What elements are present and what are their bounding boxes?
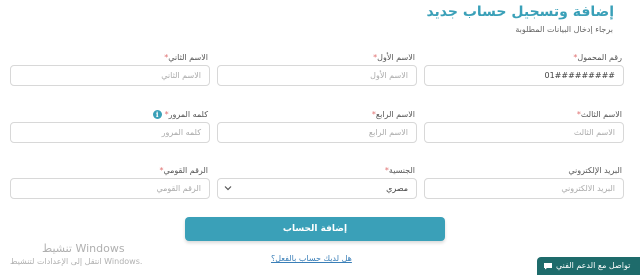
windows-activation-subtitle: انتقل إلى الإعدادات لتنشيط Windows. <box>10 257 143 266</box>
mobile-label: رقم المحمول <box>577 53 622 62</box>
first-name-label: الاسم الأول <box>377 53 415 62</box>
info-icon[interactable]: i <box>152 110 162 119</box>
second-name-label: الاسم الثاني <box>168 53 208 62</box>
third-name-label: الاسم الثالث <box>580 110 622 119</box>
first-name-input[interactable]: الاسم الأول <box>217 65 417 86</box>
password-input[interactable]: كلمه المرور <box>10 122 210 143</box>
support-chat-button[interactable]: تواصل مع الدعم الفني <box>537 257 640 275</box>
support-label: تواصل مع الدعم الفني <box>556 261 631 270</box>
national-id-input[interactable]: الرقم القومي <box>10 178 210 199</box>
third-name-input[interactable]: الاسم الثالث <box>424 122 624 143</box>
fourth-name-label: الاسم الرابع <box>375 110 415 119</box>
chevron-down-icon <box>224 186 232 191</box>
nationality-select[interactable]: مصري <box>217 178 417 199</box>
second-name-input[interactable]: الاسم الثاني <box>10 65 210 86</box>
nationality-label: الجنسية <box>388 166 415 175</box>
login-link[interactable]: هل لديك حساب بالفعل؟ <box>271 254 352 263</box>
add-account-button[interactable]: إضافة الحساب <box>185 217 445 241</box>
page-subtitle: برجاء إدخال البيانات المطلوبة <box>515 25 613 34</box>
email-input[interactable]: البريد الالكتروني <box>424 178 624 199</box>
windows-activation-title: تنشيط Windows <box>42 242 125 255</box>
email-label: البريد الإلكتروني <box>568 166 622 175</box>
nationality-value: مصري <box>386 184 408 193</box>
password-label: كلمه المرور <box>168 110 208 119</box>
national-id-label: الرقم القومي <box>163 166 208 175</box>
page-title: إضافة وتسجيل حساب جديد <box>426 4 614 20</box>
mobile-input[interactable]: 01######### <box>424 65 624 86</box>
chat-icon <box>544 262 552 269</box>
fourth-name-input[interactable]: الاسم الرابع <box>217 122 417 143</box>
